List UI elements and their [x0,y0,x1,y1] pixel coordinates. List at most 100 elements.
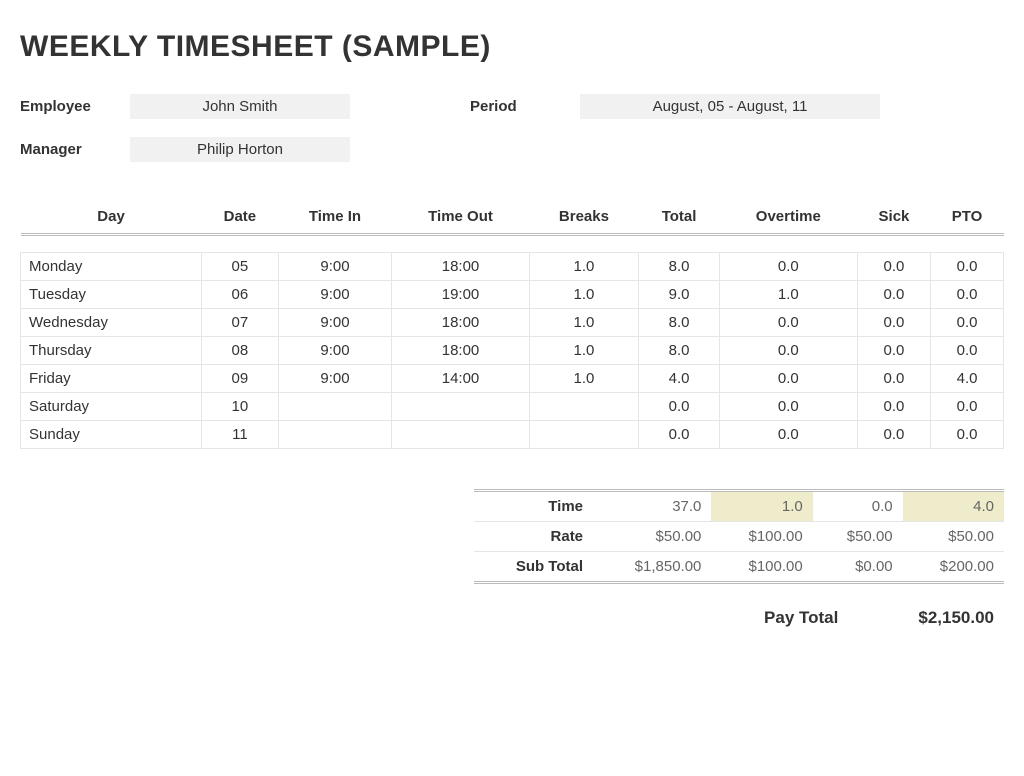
cell: Thursday [21,337,202,365]
cell [392,421,529,449]
col-time-in: Time In [278,202,392,235]
cell: 0.0 [719,253,857,281]
table-row: Monday059:0018:001.08.00.00.00.0 [21,253,1004,281]
totals-table: Time 37.0 1.0 0.0 4.0 Rate $50.00 $100.0… [474,489,1004,584]
col-pto: PTO [931,202,1004,235]
cell: Wednesday [21,309,202,337]
cell: 0.0 [719,337,857,365]
table-row: Sunday110.00.00.00.0 [21,421,1004,449]
cell [278,421,392,449]
cell: 1.0 [529,281,639,309]
cell: 0.0 [857,421,930,449]
manager-value: Philip Horton [130,137,350,162]
time-total: 37.0 [593,491,711,522]
table-row: Wednesday079:0018:001.08.00.00.00.0 [21,309,1004,337]
cell: 0.0 [719,365,857,393]
cell: 10 [202,393,278,421]
cell: Tuesday [21,281,202,309]
cell: 09 [202,365,278,393]
sub-sick: $0.00 [813,552,903,583]
pay-total-label: Pay Total [764,608,838,628]
cell: 0.0 [931,309,1004,337]
cell: 0.0 [931,337,1004,365]
col-sick: Sick [857,202,930,235]
cell: 8.0 [639,309,720,337]
col-time-out: Time Out [392,202,529,235]
cell: 0.0 [857,337,930,365]
table-row: Friday099:0014:001.04.00.00.04.0 [21,365,1004,393]
cell: Monday [21,253,202,281]
period-label: Period [470,98,580,115]
timesheet-table: DayDateTime InTime OutBreaksTotalOvertim… [20,202,1004,449]
cell: 14:00 [392,365,529,393]
cell: 18:00 [392,309,529,337]
col-date: Date [202,202,278,235]
cell: 05 [202,253,278,281]
cell: 0.0 [857,253,930,281]
rate-ot: $100.00 [711,522,812,552]
cell [529,393,639,421]
cell: 19:00 [392,281,529,309]
cell [278,393,392,421]
cell: 0.0 [639,393,720,421]
cell: 8.0 [639,253,720,281]
sub-row-label: Sub Total [474,552,593,583]
meta-row-1: Employee John Smith Period August, 05 - … [20,94,1004,119]
manager-label: Manager [20,141,130,158]
employee-label: Employee [20,98,130,115]
table-row: Thursday089:0018:001.08.00.00.00.0 [21,337,1004,365]
cell: 0.0 [857,309,930,337]
cell: 0.0 [857,393,930,421]
cell: 4.0 [931,365,1004,393]
cell: 1.0 [529,309,639,337]
cell: 06 [202,281,278,309]
cell: 07 [202,309,278,337]
time-sick: 0.0 [813,491,903,522]
sub-ot: $100.00 [711,552,812,583]
period-value: August, 05 - August, 11 [580,94,880,119]
cell: 18:00 [392,337,529,365]
col-breaks: Breaks [529,202,639,235]
cell: 0.0 [719,309,857,337]
table-row: Saturday100.00.00.00.0 [21,393,1004,421]
pay-total-row: Pay Total $2,150.00 [20,608,1004,628]
cell: 1.0 [529,337,639,365]
cell: 9:00 [278,337,392,365]
cell: 4.0 [639,365,720,393]
sub-pto: $200.00 [903,552,1004,583]
cell: 1.0 [719,281,857,309]
cell: 0.0 [931,281,1004,309]
rate-row-label: Rate [474,522,593,552]
cell [529,421,639,449]
time-pto: 4.0 [903,491,1004,522]
cell: 0.0 [931,393,1004,421]
cell: 0.0 [719,421,857,449]
rate-pto: $50.00 [903,522,1004,552]
employee-value: John Smith [130,94,350,119]
cell: 0.0 [639,421,720,449]
cell: 1.0 [529,253,639,281]
rate-sick: $50.00 [813,522,903,552]
cell: 9:00 [278,281,392,309]
cell: 9:00 [278,253,392,281]
cell: 0.0 [857,281,930,309]
time-row-label: Time [474,491,593,522]
cell: Sunday [21,421,202,449]
cell: 08 [202,337,278,365]
col-overtime: Overtime [719,202,857,235]
time-ot: 1.0 [711,491,812,522]
cell: 0.0 [857,365,930,393]
pay-total-value: $2,150.00 [918,608,994,628]
meta-row-2: Manager Philip Horton [20,137,1004,162]
cell: 0.0 [719,393,857,421]
col-total: Total [639,202,720,235]
cell: 11 [202,421,278,449]
cell: 0.0 [931,421,1004,449]
cell: 18:00 [392,253,529,281]
sub-total: $1,850.00 [593,552,711,583]
cell: Saturday [21,393,202,421]
cell: 8.0 [639,337,720,365]
col-day: Day [21,202,202,235]
table-row: Tuesday069:0019:001.09.01.00.00.0 [21,281,1004,309]
page-title: WEEKLY TIMESHEET (SAMPLE) [20,30,1004,64]
